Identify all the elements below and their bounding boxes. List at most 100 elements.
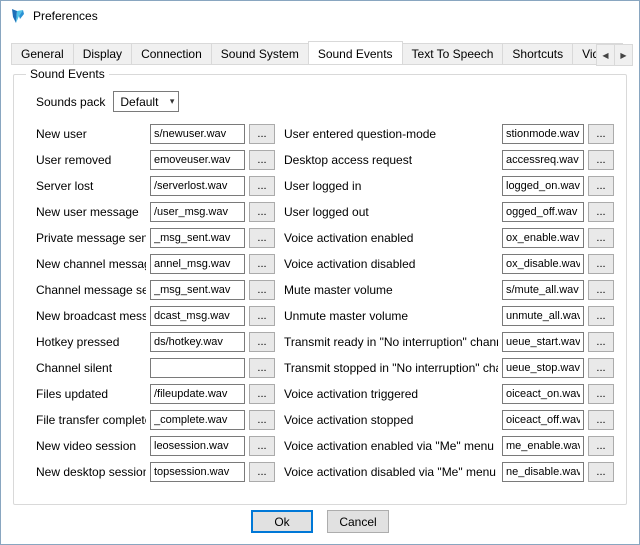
sound-event-label: Transmit ready in "No interruption" chan… <box>284 335 498 349</box>
browse-button[interactable]: ... <box>249 150 275 170</box>
sound-event-label: Server lost <box>36 179 146 193</box>
browse-button[interactable]: ... <box>588 124 614 144</box>
tab-general[interactable]: General <box>11 43 74 64</box>
sound-file-input[interactable] <box>502 150 584 170</box>
tab-sound-events[interactable]: Sound Events <box>308 41 403 65</box>
browse-button[interactable]: ... <box>588 436 614 456</box>
sound-event-label: Voice activation disabled <box>284 257 498 271</box>
browse-button[interactable]: ... <box>249 436 275 456</box>
sound-file-input[interactable] <box>502 462 584 482</box>
browse-button[interactable]: ... <box>249 254 275 274</box>
sound-file-input[interactable] <box>150 202 245 222</box>
tab-connection[interactable]: Connection <box>131 43 212 64</box>
sound-file-input[interactable] <box>502 436 584 456</box>
cancel-button[interactable]: Cancel <box>327 510 389 533</box>
browse-button[interactable]: ... <box>249 306 275 326</box>
sound-file-input[interactable] <box>150 176 245 196</box>
browse-button[interactable]: ... <box>588 280 614 300</box>
tab-scroll-left-icon[interactable]: ◀ <box>596 44 615 66</box>
browse-button[interactable]: ... <box>249 462 275 482</box>
tab-scroll-right-icon[interactable]: ▶ <box>614 44 633 66</box>
sound-event-label: User logged out <box>284 205 498 219</box>
sound-file-input[interactable] <box>150 436 245 456</box>
sound-event-label: Channel message sent <box>36 283 146 297</box>
sound-file-input[interactable] <box>502 384 584 404</box>
titlebar: Preferences <box>1 1 639 31</box>
browse-button[interactable]: ... <box>249 410 275 430</box>
browse-button[interactable]: ... <box>588 462 614 482</box>
group-title: Sound Events <box>26 67 109 81</box>
sound-file-input[interactable] <box>150 150 245 170</box>
sound-events-grid: New user... User entered question-mode...… <box>24 124 618 482</box>
tab-area: GeneralDisplayConnectionSound SystemSoun… <box>1 41 639 65</box>
ok-button[interactable]: Ok <box>251 510 313 533</box>
sound-event-label: File transfer complete <box>36 413 146 427</box>
sound-file-input[interactable] <box>150 280 245 300</box>
tab-display[interactable]: Display <box>73 43 132 64</box>
sound-file-input[interactable] <box>502 410 584 430</box>
browse-button[interactable]: ... <box>249 280 275 300</box>
sound-file-input[interactable] <box>502 176 584 196</box>
tab-bar: GeneralDisplayConnectionSound SystemSoun… <box>11 41 633 65</box>
sound-file-input[interactable] <box>150 410 245 430</box>
sounds-pack-select[interactable]: Default ▾ <box>113 91 179 112</box>
sound-event-label: Hotkey pressed <box>36 335 146 349</box>
sound-event-label: Private message sent <box>36 231 146 245</box>
sound-event-label: Unmute master volume <box>284 309 498 323</box>
sound-file-input[interactable] <box>502 202 584 222</box>
sound-event-label: Voice activation enabled via "Me" menu <box>284 439 498 453</box>
sound-file-input[interactable] <box>150 462 245 482</box>
browse-button[interactable]: ... <box>588 228 614 248</box>
sound-event-label: New user <box>36 127 146 141</box>
sound-file-input[interactable] <box>150 254 245 274</box>
sound-file-input[interactable] <box>150 358 245 378</box>
sounds-pack-row: Sounds pack Default ▾ <box>36 91 618 112</box>
browse-button[interactable]: ... <box>249 202 275 222</box>
preferences-window: Preferences GeneralDisplayConnectionSoun… <box>0 0 640 545</box>
browse-button[interactable]: ... <box>249 176 275 196</box>
sound-file-input[interactable] <box>150 228 245 248</box>
sound-event-label: Voice activation stopped <box>284 413 498 427</box>
sound-file-input[interactable] <box>502 358 584 378</box>
tab-sound-system[interactable]: Sound System <box>211 43 309 64</box>
sound-event-label: New broadcast message <box>36 309 146 323</box>
browse-button[interactable]: ... <box>588 332 614 352</box>
sound-file-input[interactable] <box>502 332 584 352</box>
chevron-down-icon: ▾ <box>170 96 175 107</box>
sound-file-input[interactable] <box>502 254 584 274</box>
sound-file-input[interactable] <box>502 306 584 326</box>
browse-button[interactable]: ... <box>249 228 275 248</box>
sounds-pack-label: Sounds pack <box>36 95 105 109</box>
sound-file-input[interactable] <box>150 124 245 144</box>
sound-file-input[interactable] <box>502 228 584 248</box>
browse-button[interactable]: ... <box>588 254 614 274</box>
sound-event-label: Voice activation triggered <box>284 387 498 401</box>
browse-button[interactable]: ... <box>588 410 614 430</box>
tab-shortcuts[interactable]: Shortcuts <box>502 43 573 64</box>
sound-event-label: Voice activation disabled via "Me" menu <box>284 465 498 479</box>
browse-button[interactable]: ... <box>588 202 614 222</box>
browse-button[interactable]: ... <box>588 358 614 378</box>
tab-text-to-speech[interactable]: Text To Speech <box>402 43 504 64</box>
sound-event-label: Transmit stopped in "No interruption" ch… <box>284 361 498 375</box>
sound-event-label: User logged in <box>284 179 498 193</box>
sound-event-label: New desktop session <box>36 465 146 479</box>
sound-event-label: Channel silent <box>36 361 146 375</box>
sound-event-label: Desktop access request <box>284 153 498 167</box>
window-title: Preferences <box>33 9 98 23</box>
browse-button[interactable]: ... <box>588 150 614 170</box>
browse-button[interactable]: ... <box>249 332 275 352</box>
browse-button[interactable]: ... <box>249 358 275 378</box>
sound-event-label: User entered question-mode <box>284 127 498 141</box>
browse-button[interactable]: ... <box>249 384 275 404</box>
browse-button[interactable]: ... <box>588 306 614 326</box>
browse-button[interactable]: ... <box>588 176 614 196</box>
sound-file-input[interactable] <box>502 124 584 144</box>
sound-event-label: User removed <box>36 153 146 167</box>
sound-file-input[interactable] <box>150 332 245 352</box>
sound-file-input[interactable] <box>502 280 584 300</box>
sound-file-input[interactable] <box>150 384 245 404</box>
browse-button[interactable]: ... <box>588 384 614 404</box>
browse-button[interactable]: ... <box>249 124 275 144</box>
sound-file-input[interactable] <box>150 306 245 326</box>
